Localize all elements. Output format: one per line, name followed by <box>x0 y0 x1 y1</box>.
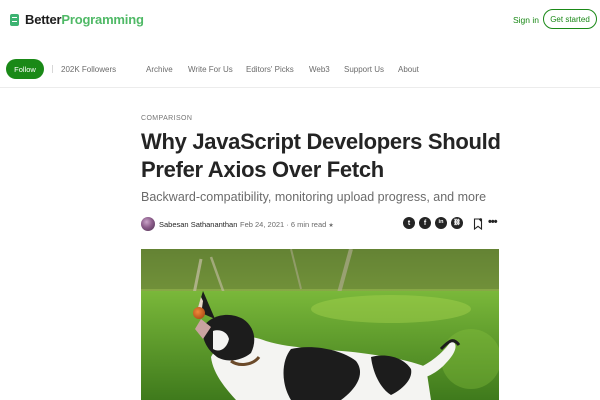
logo-icon <box>10 13 19 26</box>
member-star-icon: ★ <box>328 223 334 229</box>
publish-date: Feb 24, 2021 <box>240 220 285 229</box>
nav-item-about[interactable]: About <box>398 65 419 74</box>
linkedin-icon[interactable]: in <box>435 217 447 229</box>
logo-text-programming: Programming <box>61 12 144 27</box>
read-time: 6 min read <box>290 220 327 229</box>
nav-separator <box>52 65 53 73</box>
article-subtitle: Backward-compatibility, monitoring uploa… <box>141 190 487 204</box>
publication-nav: Follow 202K Followers Archive Write For … <box>0 52 600 86</box>
dog-catching-ball-icon <box>141 249 499 400</box>
link-icon[interactable]: ⛓ <box>451 217 463 229</box>
sign-in-link[interactable]: Sign in <box>513 15 539 25</box>
bookmark-icon[interactable] <box>473 217 483 235</box>
nav-item-write-for-us[interactable]: Write For Us <box>188 65 233 74</box>
top-bar: BetterProgramming Sign in Get started <box>0 0 600 42</box>
follow-button[interactable]: Follow <box>6 59 44 79</box>
get-started-button[interactable]: Get started <box>543 9 597 29</box>
more-options-icon[interactable]: ••• <box>488 216 498 228</box>
logo-text-better: Better <box>25 12 62 27</box>
publication-logo[interactable]: BetterProgramming <box>10 12 144 27</box>
article-meta: Feb 24, 2021 · 6 min read ★ <box>240 220 334 229</box>
article-kicker: COMPARISON <box>141 115 193 122</box>
followers-count-link[interactable]: 202K Followers <box>61 65 116 74</box>
nav-item-archive[interactable]: Archive <box>146 65 173 74</box>
facebook-icon[interactable]: f <box>419 217 431 229</box>
hero-image <box>141 249 499 400</box>
logo-text: BetterProgramming <box>25 12 144 27</box>
nav-item-web3[interactable]: Web3 <box>309 65 330 74</box>
twitter-icon[interactable]: t <box>403 217 415 229</box>
author-name[interactable]: Sabesan Sathananthan <box>159 220 237 229</box>
nav-item-editors-picks[interactable]: Editors' Picks <box>246 65 294 74</box>
author-avatar[interactable] <box>141 217 155 231</box>
nav-item-support-us[interactable]: Support Us <box>344 65 384 74</box>
byline: Sabesan Sathananthan Feb 24, 2021 · 6 mi… <box>141 216 501 234</box>
article-title: Why JavaScript Developers Should Prefer … <box>141 129 501 182</box>
nav-divider <box>0 87 600 88</box>
